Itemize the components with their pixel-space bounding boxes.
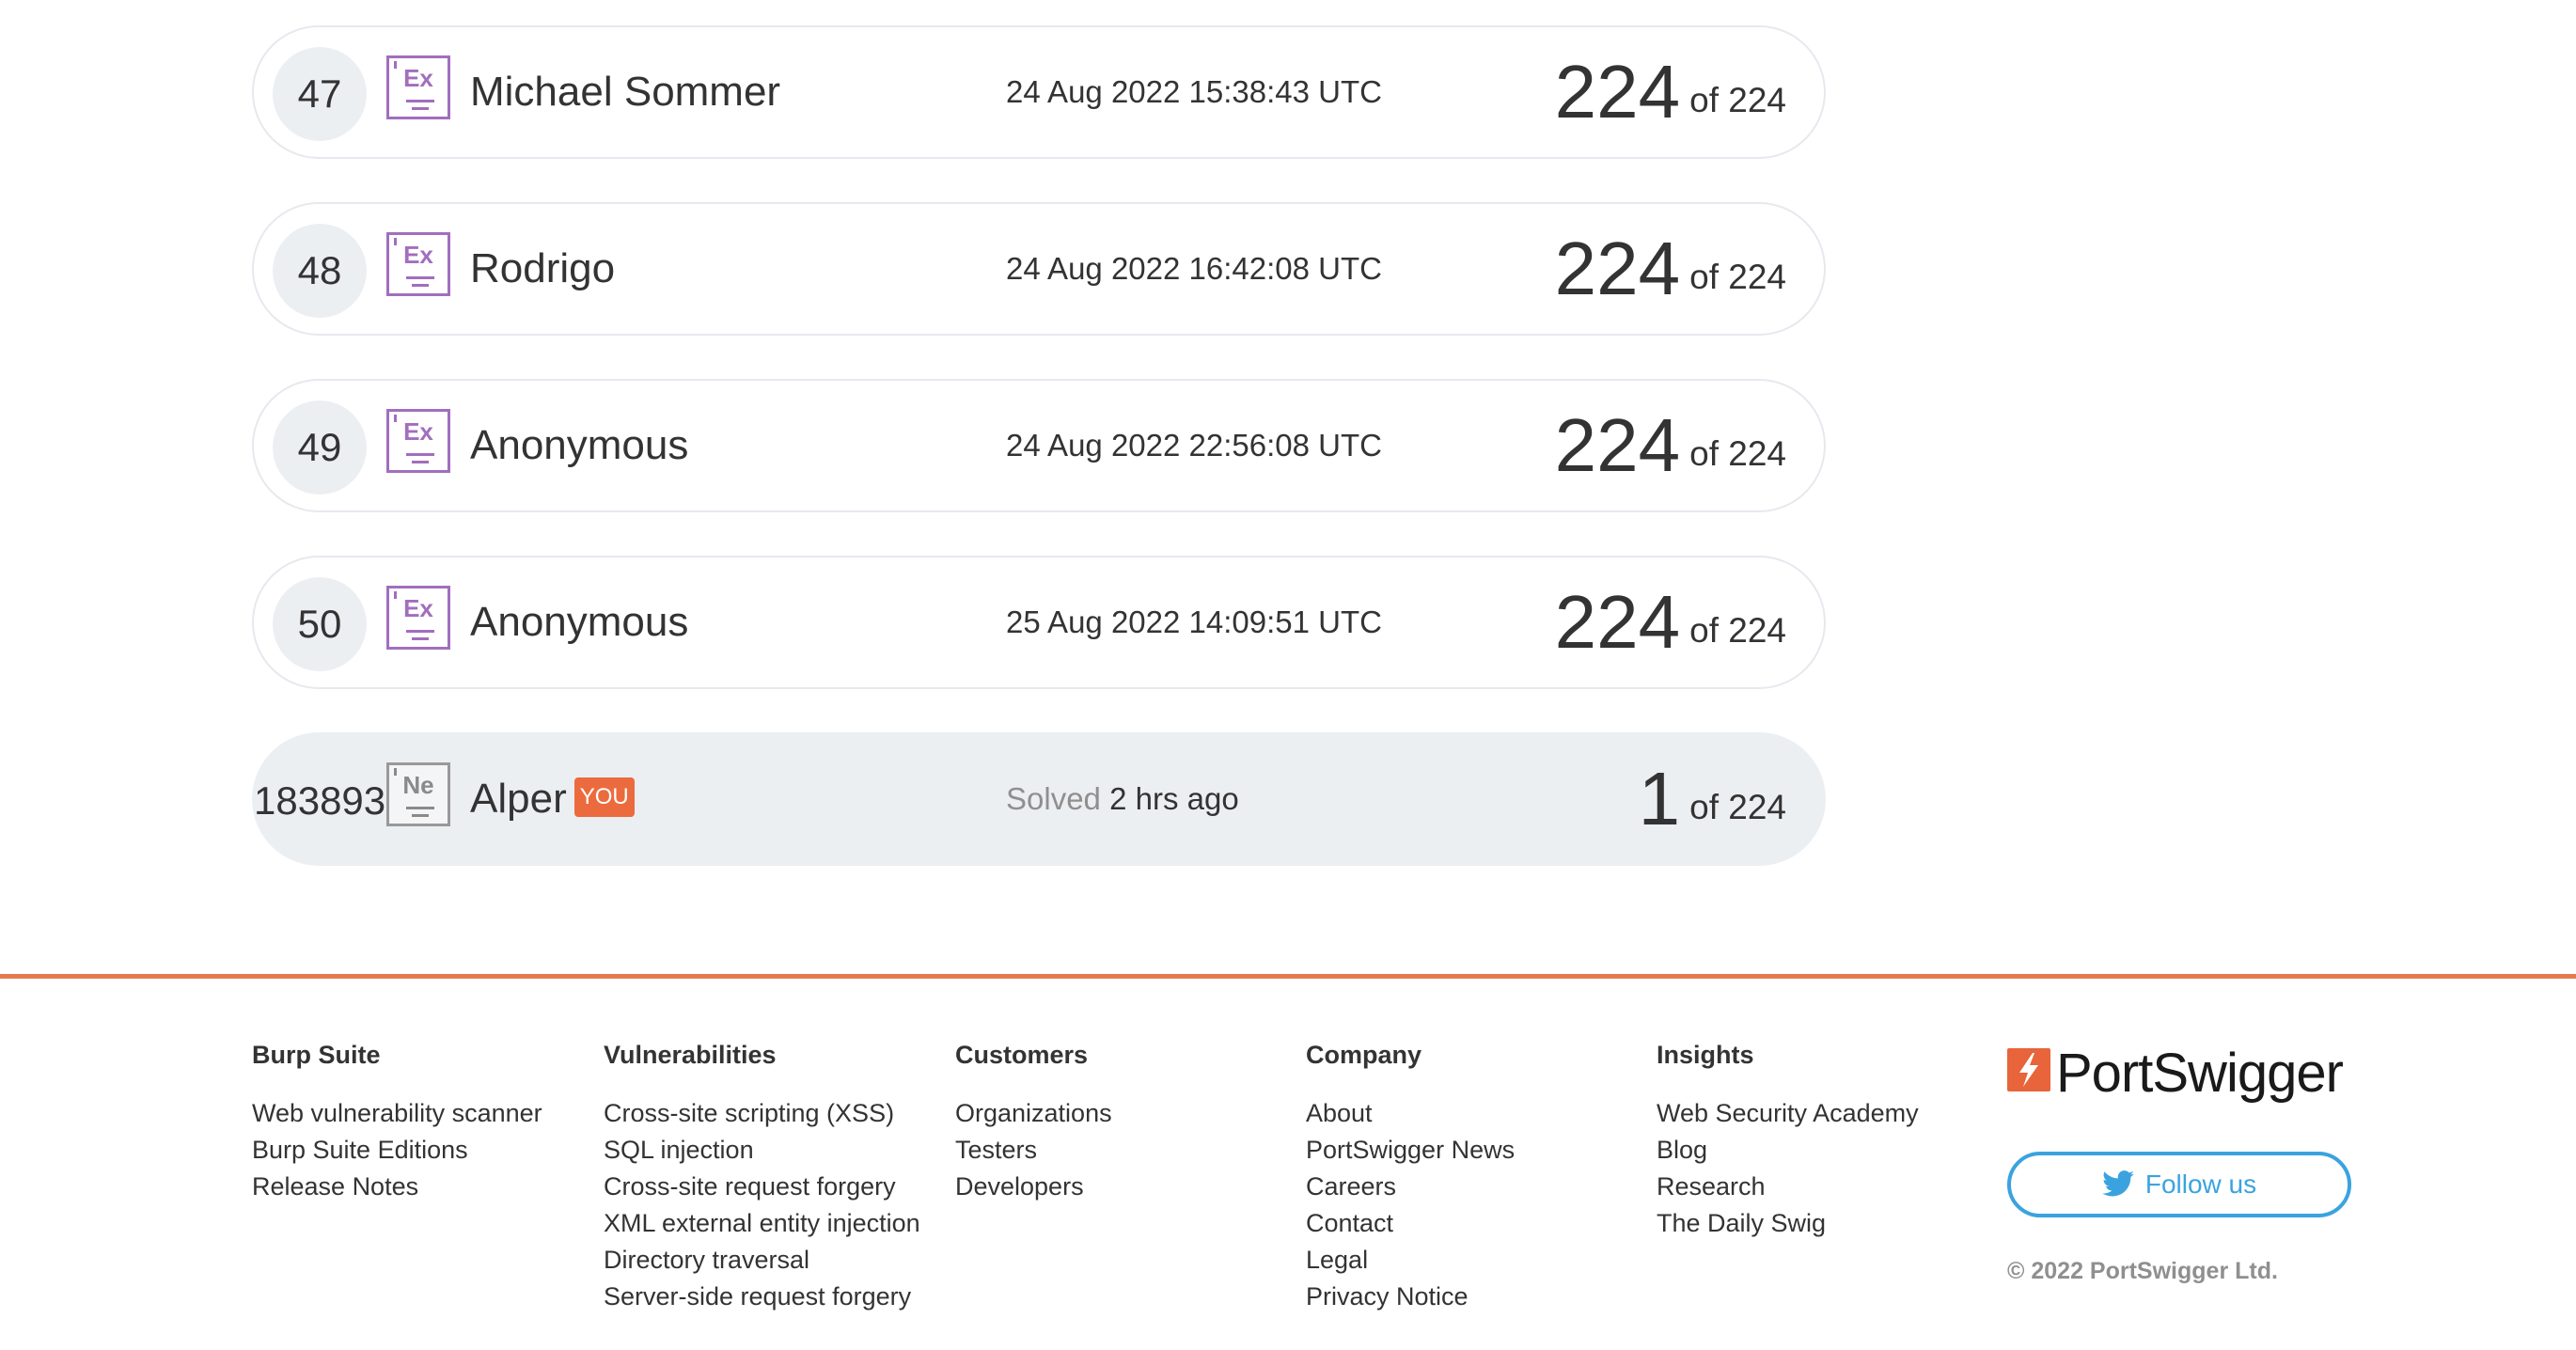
leaderboard-row: 49 Ex Anonymous 24 Aug 2022 22:56:08 UTC… [252, 379, 1826, 512]
footer-link[interactable]: Contact [1306, 1205, 1515, 1242]
level-badge-icon: Ex [386, 55, 450, 119]
footer-link[interactable]: Blog [1657, 1132, 1919, 1169]
footer-column-title: Burp Suite [252, 1041, 381, 1069]
footer-link[interactable]: Server-side request forgery [604, 1279, 920, 1315]
follow-us-button[interactable]: Follow us [2007, 1152, 2351, 1217]
follow-us-label: Follow us [2144, 1169, 2257, 1199]
level-badge-icon: Ne [386, 762, 450, 826]
footer-link[interactable]: Burp Suite Editions [252, 1132, 542, 1169]
footer-column-customers: Customers Organizations Testers Develope… [955, 1039, 1112, 1205]
score: 1 of 224 [1639, 734, 1786, 864]
footer-column-company: Company About PortSwigger News Careers C… [1306, 1039, 1515, 1315]
score-total: of 224 [1689, 788, 1786, 826]
footer-link[interactable]: Web Security Academy [1657, 1095, 1919, 1132]
footer-link[interactable]: The Daily Swig [1657, 1205, 1919, 1242]
score-total: of 224 [1689, 611, 1786, 650]
level-symbol: Ex [403, 417, 433, 446]
leaderboard-row: 48 Ex Rodrigo 24 Aug 2022 16:42:08 UTC 2… [252, 202, 1826, 336]
score-value: 1 [1638, 757, 1681, 840]
footer-link[interactable]: Legal [1306, 1242, 1515, 1279]
portswigger-logo[interactable]: PortSwigger [2007, 1042, 2344, 1104]
level-symbol: Ex [403, 241, 433, 269]
leaderboard-row: 50 Ex Anonymous 25 Aug 2022 14:09:51 UTC… [252, 556, 1826, 689]
user-name: Anonymous [470, 422, 689, 468]
level-badge-icon: Ex [386, 586, 450, 650]
level-badge-icon: Ex [386, 232, 450, 296]
score: 224 of 224 [1555, 204, 1786, 334]
logo-wordmark: PortSwigger [2056, 1043, 2344, 1104]
score: 224 of 224 [1555, 381, 1786, 510]
footer-link[interactable]: About [1306, 1095, 1515, 1132]
score-value: 224 [1554, 580, 1681, 664]
user-name: Anonymous [470, 599, 689, 645]
footer-link[interactable]: Developers [955, 1169, 1112, 1205]
footer-link[interactable]: XML external entity injection [604, 1205, 920, 1242]
footer-link[interactable]: Web vulnerability scanner [252, 1095, 542, 1132]
solved-date: 24 Aug 2022 15:38:43 UTC [1006, 74, 1382, 109]
rank-number: 47 [273, 47, 367, 141]
footer-column-title: Vulnerabilities [604, 1041, 777, 1069]
footer-link[interactable]: Cross-site request forgery [604, 1169, 920, 1205]
solved-ago: 2 hrs ago [1109, 781, 1239, 816]
solved-label: Solved [1006, 781, 1101, 816]
footer-link[interactable]: Research [1657, 1169, 1919, 1205]
score-total: of 224 [1689, 258, 1786, 296]
user-name: Rodrigo [470, 245, 616, 291]
user-name: Alper YOU [470, 734, 635, 864]
score-value: 224 [1554, 227, 1681, 310]
page: 47 Ex Michael Sommer 24 Aug 2022 15:38:4… [0, 0, 2576, 1350]
footer-link[interactable]: Cross-site scripting (XSS) [604, 1095, 920, 1132]
score-value: 224 [1554, 403, 1681, 487]
footer-link[interactable]: Privacy Notice [1306, 1279, 1515, 1315]
score-value: 224 [1554, 50, 1681, 133]
level-symbol: Ne [402, 771, 434, 799]
score-total: of 224 [1689, 81, 1786, 119]
footer-column-vulnerabilities: Vulnerabilities Cross-site scripting (XS… [604, 1039, 920, 1315]
footer-link[interactable]: PortSwigger News [1306, 1132, 1515, 1169]
solved-date: 24 Aug 2022 22:56:08 UTC [1006, 428, 1382, 463]
footer-link[interactable]: Organizations [955, 1095, 1112, 1132]
footer-column-title: Company [1306, 1041, 1422, 1069]
rank-number: 48 [273, 224, 367, 318]
footer-link[interactable]: Careers [1306, 1169, 1515, 1205]
footer-link[interactable]: Testers [955, 1132, 1112, 1169]
level-symbol: Ex [403, 594, 433, 622]
twitter-bird-icon [2102, 1169, 2134, 1197]
leaderboard: 47 Ex Michael Sommer 24 Aug 2022 15:38:4… [252, 25, 1826, 909]
footer-column-title: Insights [1657, 1041, 1754, 1069]
solved-date: 24 Aug 2022 16:42:08 UTC [1006, 251, 1382, 286]
footer-column-insights: Insights Web Security Academy Blog Resea… [1657, 1039, 1919, 1242]
solved-date: 25 Aug 2022 14:09:51 UTC [1006, 604, 1382, 639]
rank-number: 50 [273, 577, 367, 671]
copyright-text: © 2022 PortSwigger Ltd. [2007, 1258, 2278, 1284]
footer-column-title: Customers [955, 1041, 1089, 1069]
rank-number: 49 [273, 400, 367, 494]
user-name: Michael Sommer [470, 69, 781, 115]
current-user-name: Alper [470, 776, 567, 822]
score: 224 of 224 [1555, 27, 1786, 157]
footer-link[interactable]: Directory traversal [604, 1242, 920, 1279]
level-badge-icon: Ex [386, 409, 450, 473]
you-badge: YOU [573, 777, 635, 818]
leaderboard-row: 47 Ex Michael Sommer 24 Aug 2022 15:38:4… [252, 25, 1826, 159]
score-total: of 224 [1689, 434, 1786, 473]
solved-status: Solved 2 hrs ago [1006, 734, 1239, 864]
rank-number: 183893 [254, 778, 386, 823]
footer-column-burp-suite: Burp Suite Web vulnerability scanner Bur… [252, 1039, 542, 1205]
level-symbol: Ex [403, 64, 433, 92]
score: 224 of 224 [1555, 557, 1786, 687]
portswigger-logo-icon [2007, 1047, 2050, 1091]
footer-link[interactable]: SQL injection [604, 1132, 920, 1169]
current-user-row: 183893 Ne Alper YOU Solved 2 hrs ago 1 of … [252, 732, 1826, 866]
footer-link[interactable]: Release Notes [252, 1169, 542, 1205]
footer-divider [0, 974, 2576, 979]
